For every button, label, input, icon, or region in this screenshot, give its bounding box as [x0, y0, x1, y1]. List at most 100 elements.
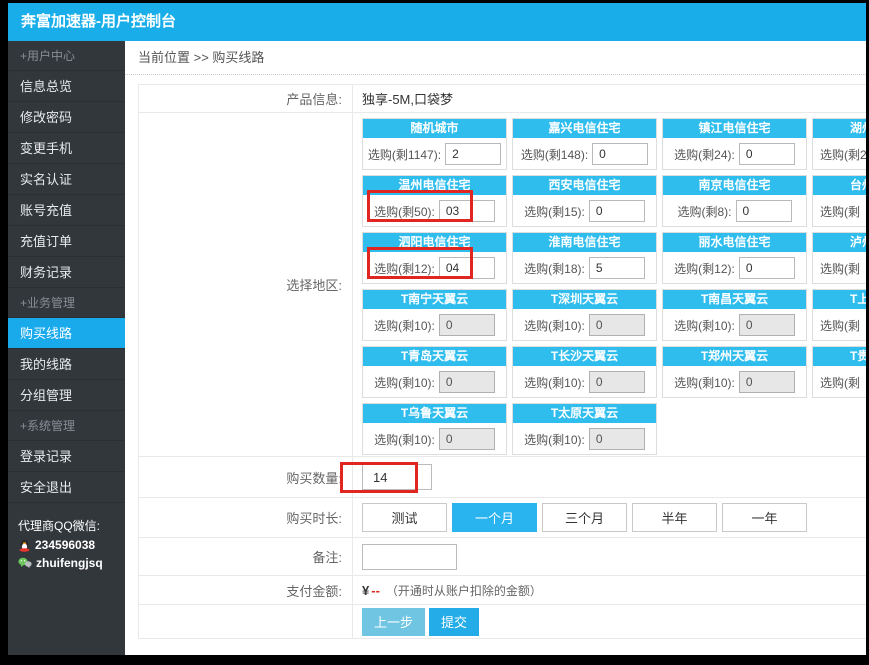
region-qty-input[interactable] — [738, 143, 795, 165]
duration-option[interactable]: 测试 — [362, 503, 447, 532]
region-cell-title[interactable]: T上 — [813, 290, 866, 309]
region-qty-input[interactable] — [592, 143, 649, 165]
duration-option-active[interactable]: 一个月 — [452, 503, 537, 532]
sidebar-section-header: +用户中心 — [8, 41, 125, 71]
region-stock-label: 选购(剩 — [820, 375, 860, 390]
region-cell-body: 选购(剩12): — [363, 252, 506, 284]
sidebar-item[interactable]: 登录记录 — [8, 441, 125, 472]
region-cell-title[interactable]: T郑州天翼云 — [663, 347, 806, 366]
region-cell-body: 选购(剩10): — [363, 366, 506, 398]
breadcrumb: 当前位置 >> 购买线路 — [125, 41, 866, 75]
region-qty-input[interactable] — [438, 200, 495, 222]
note-input[interactable] — [362, 543, 457, 570]
region-cell: 温州电信住宅选购(剩50): — [362, 175, 507, 227]
region-cell-title[interactable]: 淮南电信住宅 — [513, 233, 656, 252]
region-qty-input — [588, 428, 645, 450]
region-qty-input[interactable] — [438, 257, 495, 279]
submit-button[interactable]: 提交 — [429, 607, 480, 636]
region-grid: 随机城市选购(剩1147):嘉兴电信住宅选购(剩148):镇江电信住宅选购(剩2… — [353, 113, 866, 456]
region-cell: T南宁天翼云选购(剩10): — [362, 289, 507, 341]
region-cell-body: 选购(剩2 — [813, 138, 866, 170]
region-cell: 湖州选购(剩2 — [812, 118, 866, 170]
region-cell: T长沙天翼云选购(剩10): — [512, 346, 657, 398]
sidebar-item[interactable]: 信息总览 — [8, 71, 125, 102]
region-stock-label: 选购(剩 — [820, 318, 860, 333]
region-cell-title[interactable]: T深圳天翼云 — [513, 290, 656, 309]
region-qty-input — [588, 314, 645, 336]
region-cell: T太原天翼云 选购(剩10): — [512, 403, 657, 455]
region-stock-label: 选购(剩10): — [524, 318, 585, 333]
region-cell-title[interactable]: 嘉兴电信住宅 — [513, 119, 656, 138]
sidebar-item[interactable]: 财务记录 — [8, 257, 125, 288]
region-cell: 泸州选购(剩 — [812, 232, 866, 284]
region-cell-title[interactable]: 丽水电信住宅 — [663, 233, 806, 252]
region-cell-body: 选购(剩10): — [663, 366, 806, 398]
region-stock-label: 选购(剩18): — [524, 261, 585, 276]
region-cell-title[interactable]: T南宁天翼云 — [363, 290, 506, 309]
duration-option[interactable]: 一年 — [722, 503, 807, 532]
amount-hint: （开通时从账户扣除的金额） — [385, 583, 542, 598]
quantity-input[interactable] — [362, 464, 432, 490]
sidebar-item[interactable]: 我的线路 — [8, 349, 125, 380]
region-cell-title[interactable]: 随机城市 — [363, 119, 506, 138]
region-cell-title[interactable]: 西安电信住宅 — [513, 176, 656, 195]
region-cell-title[interactable]: 镇江电信住宅 — [663, 119, 806, 138]
region-cell-title[interactable]: 湖州 — [813, 119, 866, 138]
region-grid-row: 随机城市选购(剩1147):嘉兴电信住宅选购(剩148):镇江电信住宅选购(剩2… — [362, 118, 866, 175]
sidebar-item[interactable]: 分组管理 — [8, 380, 125, 411]
duration-option[interactable]: 三个月 — [542, 503, 627, 532]
sidebar-item[interactable]: 账号充值 — [8, 195, 125, 226]
region-cell-title[interactable]: 泗阳电信住宅 — [363, 233, 506, 252]
region-cell-title[interactable]: 南京电信住宅 — [663, 176, 806, 195]
region-cell: 淮南电信住宅选购(剩18): — [512, 232, 657, 284]
region-cell-title[interactable]: T长沙天翼云 — [513, 347, 656, 366]
app-title-bar: 奔富加速器-用户控制台 — [8, 3, 866, 41]
region-qty-input[interactable] — [588, 257, 645, 279]
region-qty-input[interactable] — [738, 257, 795, 279]
agent-wechat-id: zhuifengjsq — [36, 556, 103, 570]
region-cell: T郑州天翼云选购(剩10): — [662, 346, 807, 398]
sidebar-item[interactable]: 充值订单 — [8, 226, 125, 257]
product-info-row: 产品信息: 独享-5M,口袋梦 — [139, 85, 866, 113]
agent-qq-number: 234596038 — [35, 538, 96, 552]
region-stock-label: 选购(剩10): — [374, 318, 435, 333]
region-cell-title[interactable]: 泸州 — [813, 233, 866, 252]
region-cell-title[interactable]: T青岛天翼云 — [363, 347, 506, 366]
region-qty-input — [438, 371, 495, 393]
product-info-label: 产品信息: — [139, 85, 353, 112]
region-stock-label: 选购(剩8): — [677, 204, 732, 219]
region-stock-label: 选购(剩10): — [674, 375, 735, 390]
region-qty-input[interactable] — [735, 200, 792, 222]
amount-value: -- — [371, 582, 380, 598]
quantity-row: 购买数量: — [139, 457, 866, 498]
region-cell-title[interactable]: T贵 — [813, 347, 866, 366]
region-cell-title[interactable]: 台州 — [813, 176, 866, 195]
region-qty-input[interactable] — [445, 143, 502, 165]
duration-option[interactable]: 半年 — [632, 503, 717, 532]
region-stock-label: 选购(剩12): — [674, 261, 735, 276]
sidebar-item-active[interactable]: 购买线路 — [8, 318, 125, 349]
region-stock-label: 选购(剩15): — [524, 204, 585, 219]
sidebar-section-header: +业务管理 — [8, 288, 125, 318]
region-cell: T南昌天翼云 选购(剩10): — [662, 289, 807, 341]
region-cell-title[interactable]: T太原天翼云 — [513, 404, 656, 423]
region-stock-label: 选购(剩50): — [374, 204, 435, 219]
sidebar-item[interactable]: 安全退出 — [8, 472, 125, 503]
region-cell-body: 选购(剩 — [813, 252, 866, 284]
region-cell-body: 选购(剩148): — [513, 138, 656, 170]
agent-qq-line: 234596038 — [18, 538, 125, 552]
sidebar-item[interactable]: 实名认证 — [8, 164, 125, 195]
region-qty-input[interactable] — [588, 200, 645, 222]
sidebar-item[interactable]: 变更手机 — [8, 133, 125, 164]
region-cell-title[interactable]: T南昌天翼云 — [663, 290, 806, 309]
region-stock-label: 选购(剩10): — [524, 375, 585, 390]
region-stock-label: 选购(剩10): — [374, 375, 435, 390]
previous-step-button[interactable]: 上一步 — [362, 607, 426, 636]
region-cell-title[interactable]: T乌鲁天翼云 — [363, 404, 506, 423]
region-qty-input — [438, 428, 495, 450]
product-info-value: 独享-5M,口袋梦 — [362, 92, 454, 107]
sidebar-item[interactable]: 修改密码 — [8, 102, 125, 133]
region-cell-body: 选购(剩 — [813, 309, 866, 341]
region-grid-row: T青岛天翼云选购(剩10):T长沙天翼云选购(剩10):T郑州天翼云选购(剩10… — [362, 346, 866, 403]
region-cell-title[interactable]: 温州电信住宅 — [363, 176, 506, 195]
